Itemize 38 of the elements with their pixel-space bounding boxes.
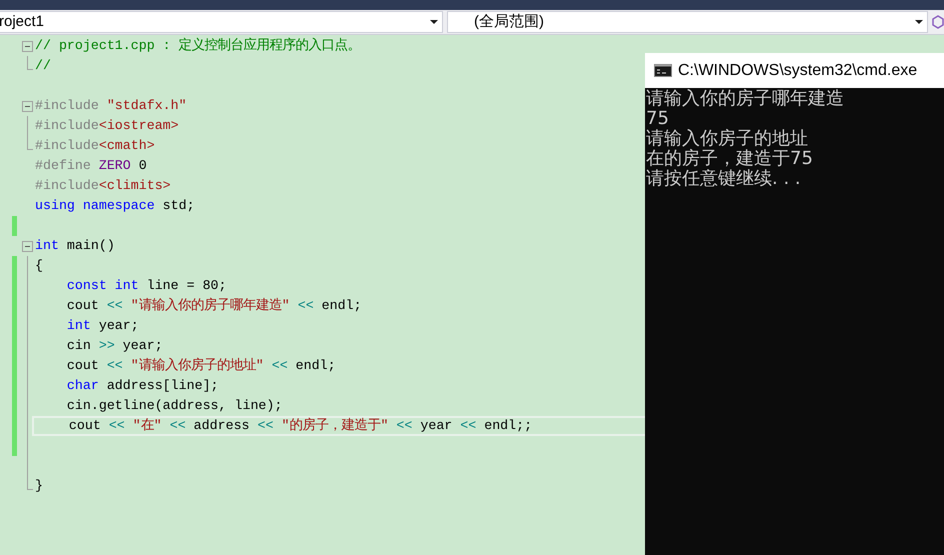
code-line: cout << "在" << address << "的房子，建造于" << year << endl;; (68, 416, 532, 435)
code-line: #define ZERO 0 (34, 157, 147, 175)
console-output-line: 请按任意键继续. . . (646, 169, 801, 189)
code-line: // (34, 57, 51, 75)
code-line: cin >> year; (66, 337, 163, 355)
project-dropdown[interactable]: roject1 (0, 11, 443, 33)
code-line: const int line = 80; (66, 277, 227, 295)
console-output-line: 在的房子，建造于75 (646, 149, 813, 169)
code-line: int year; (66, 317, 139, 335)
code-line: #include<climits> (34, 177, 171, 195)
console-output-line: 请输入你房子的地址 (646, 129, 808, 149)
console-output-line: 75 (646, 109, 669, 129)
code-line: #include<iostream> (34, 117, 179, 135)
collapse-icon[interactable] (22, 240, 32, 252)
fold-end-line (26, 56, 32, 70)
code-line: #include<cmath> (34, 137, 155, 155)
code-line: #include "stdafx.h" (34, 97, 187, 115)
code-line: int main() (34, 237, 115, 255)
fold-end-line (26, 136, 32, 150)
cube-icon[interactable] (932, 15, 944, 29)
scope-dropdown[interactable]: (全局范围) (447, 11, 928, 33)
window-title: C:\WINDOWS\system32\cmd.exe (678, 60, 918, 80)
dropdown-caret-icon (430, 20, 438, 24)
console-output-line: 请输入你的房子哪年建造 (646, 89, 844, 109)
collapse-icon[interactable] (22, 100, 32, 112)
code-line: char address[line]; (66, 377, 219, 395)
code-line: { (34, 257, 43, 275)
collapse-icon[interactable] (22, 40, 32, 52)
console-icon (654, 64, 672, 77)
code-line: cout << "请输入你房子的地址" << endl; (66, 356, 336, 375)
code-line: cin.getline(address, line); (66, 397, 282, 415)
dropdown-caret-icon (915, 20, 923, 24)
code-line: using namespace std; (34, 197, 195, 215)
fold-guide-line (26, 116, 28, 136)
fold-end-line (26, 476, 32, 490)
code-line: } (34, 477, 43, 495)
code-line: cout << "请输入你的房子哪年建造" << endl; (66, 296, 362, 315)
code-line: // project1.cpp : 定义控制台应用程序的入口点。 (34, 36, 361, 55)
